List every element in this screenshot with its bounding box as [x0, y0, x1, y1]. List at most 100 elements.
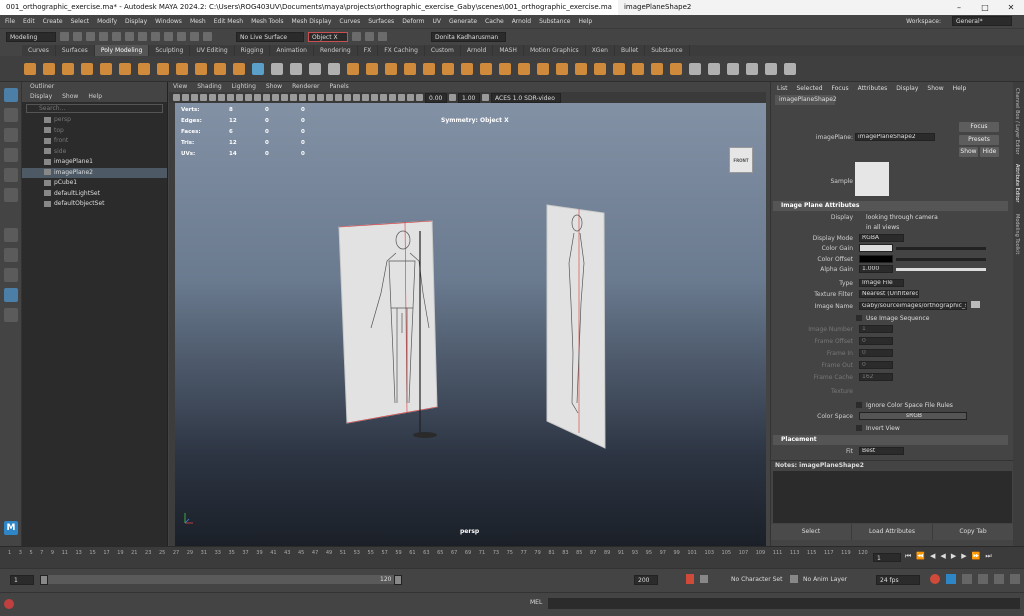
shelf-tab-curves[interactable]: Curves	[22, 45, 56, 56]
alpha-gain-slider[interactable]	[896, 268, 986, 271]
frame-offset-field[interactable]: 0	[859, 337, 893, 345]
outliner-item-pcube1[interactable]: pCube1	[22, 178, 167, 189]
menu-file[interactable]: File	[5, 18, 15, 25]
poly-torus-icon[interactable]	[100, 62, 112, 75]
attr-menu-help[interactable]: Help	[953, 82, 967, 95]
display-radio-camera[interactable]: looking through camera	[866, 214, 938, 221]
ao-icon[interactable]	[335, 94, 342, 101]
outliner-item-defaultobjectset[interactable]: defaultObjectSet	[22, 199, 167, 210]
edit-pencil-icon[interactable]	[765, 62, 777, 75]
loop-icon[interactable]	[930, 574, 940, 584]
current-frame-field[interactable]: 1	[873, 553, 901, 562]
menu-edit-mesh[interactable]: Edit Mesh	[214, 18, 243, 25]
exposure-field[interactable]: 0.00	[425, 92, 447, 103]
poly-type-icon[interactable]	[214, 62, 226, 75]
poly-plane-icon[interactable]	[119, 62, 131, 75]
auto-key-icon[interactable]	[686, 574, 694, 584]
image-plane-front[interactable]	[338, 220, 438, 424]
attr-menu-attributes[interactable]: Attributes	[858, 82, 888, 95]
outliner-item-top[interactable]: top	[22, 126, 167, 137]
viewport-menu-shading[interactable]: Shading	[197, 82, 221, 92]
multi-cut-icon[interactable]	[518, 62, 530, 75]
color-gain-swatch[interactable]	[859, 244, 893, 252]
attr-menu-selected[interactable]: Selected	[797, 82, 823, 95]
attr-menu-show[interactable]: Show	[927, 82, 943, 95]
show-button[interactable]: Show	[959, 147, 978, 157]
safe-title-icon[interactable]	[263, 94, 270, 101]
maximize-icon[interactable]: □	[972, 0, 998, 15]
sweep-mesh-icon[interactable]	[195, 62, 207, 75]
shelf-tab-arnold[interactable]: Arnold	[461, 45, 494, 56]
fill-hole-icon[interactable]	[442, 62, 454, 75]
render-icon[interactable]	[352, 32, 361, 41]
lasso-tool-icon[interactable]	[4, 108, 18, 122]
shelf-tab-bullet[interactable]: Bullet	[615, 45, 646, 56]
menu-create[interactable]: Create	[43, 18, 63, 25]
lights-icon[interactable]	[317, 94, 324, 101]
menu-set-dropdown[interactable]: Modeling	[6, 31, 56, 42]
single-view-icon[interactable]	[4, 228, 18, 242]
snap-point-icon[interactable]	[190, 32, 199, 41]
select-button[interactable]: Select	[771, 524, 852, 540]
invert-view-checkbox[interactable]	[856, 425, 862, 431]
outliner-item-imageplane1[interactable]: imagePlane1	[22, 157, 167, 168]
focus-button[interactable]: Focus	[959, 122, 999, 132]
copy-tab-button[interactable]: Copy Tab	[933, 524, 1014, 540]
separate-icon[interactable]	[290, 62, 302, 75]
color-mgmt-icon[interactable]	[482, 94, 489, 101]
live-surface-field[interactable]: No Live Surface	[236, 31, 304, 42]
window-tab-attr[interactable]: imagePlaneShape2	[618, 0, 697, 15]
poly-cone-icon[interactable]	[81, 62, 93, 75]
super-shape-icon[interactable]	[176, 62, 188, 75]
step-forward-key-icon[interactable]: ⏩	[972, 552, 981, 561]
time-slider[interactable]: 1 3 5 7 9 11 13 15 17 19 21 23 25 27 29 31 33 35 37 39 41 43 4…	[0, 546, 1024, 568]
menu-uv[interactable]: UV	[433, 18, 442, 25]
dof-icon[interactable]	[362, 94, 369, 101]
folder-icon[interactable]	[971, 301, 980, 308]
reduce-icon[interactable]	[708, 62, 720, 75]
frame-in-field[interactable]: 0	[859, 349, 893, 357]
go-to-end-icon[interactable]: ⏭	[985, 552, 991, 561]
color-offset-slider[interactable]	[896, 258, 986, 261]
combine-icon[interactable]	[271, 62, 283, 75]
image-plane-side[interactable]	[546, 204, 606, 449]
shelf-tab-surfaces[interactable]: Surfaces	[56, 45, 95, 56]
section-placement[interactable]: Placement	[773, 435, 1008, 445]
frame-cache-field[interactable]: 162	[859, 373, 893, 381]
bridge-icon[interactable]	[385, 62, 397, 75]
load-attributes-button[interactable]: Load Attributes	[852, 524, 933, 540]
motion-blur-icon[interactable]	[344, 94, 351, 101]
shadows-icon[interactable]	[326, 94, 333, 101]
grid-icon[interactable]	[209, 94, 216, 101]
preferences-icon[interactable]	[1010, 574, 1020, 584]
outliner-menu-show[interactable]: Show	[62, 92, 78, 102]
user-account[interactable]: Donita Kadharusman	[431, 31, 506, 42]
xray-joints-icon[interactable]	[380, 94, 387, 101]
menu-windows[interactable]: Windows	[155, 18, 182, 25]
new-scene-icon[interactable]	[60, 32, 69, 41]
shelf-tab-poly-modeling[interactable]: Poly Modeling	[94, 45, 150, 56]
outliner-item-side[interactable]: side	[22, 147, 167, 158]
textured-icon[interactable]	[308, 94, 315, 101]
extrude-icon[interactable]	[366, 62, 378, 75]
window-tab-main[interactable]: 001_orthographic_exercise.ma* - Autodesk…	[0, 0, 618, 15]
menu-mesh[interactable]: Mesh	[190, 18, 206, 25]
shelf-tab-rigging[interactable]: Rigging	[235, 45, 271, 56]
poly-cube-icon[interactable]	[43, 62, 55, 75]
merge-icon[interactable]	[461, 62, 473, 75]
open-scene-icon[interactable]	[73, 32, 82, 41]
select-component-icon[interactable]	[151, 32, 160, 41]
menu-substance[interactable]: Substance	[539, 18, 570, 25]
menu-mesh-tools[interactable]: Mesh Tools	[251, 18, 283, 25]
play-forward-icon[interactable]: ▶	[951, 552, 956, 561]
menu-cache[interactable]: Cache	[485, 18, 504, 25]
layout-icon[interactable]	[4, 288, 18, 302]
start-frame-field[interactable]: 1	[10, 575, 34, 585]
smooth-shade-icon[interactable]	[281, 94, 288, 101]
image-plane-toggle-icon[interactable]	[200, 94, 207, 101]
menu-edit[interactable]: Edit	[23, 18, 35, 25]
shelf-tab-fx[interactable]: FX	[358, 45, 379, 56]
snap-plane-icon[interactable]	[203, 32, 212, 41]
outliner-item-defaultlightset[interactable]: defaultLightSet	[22, 189, 167, 200]
use-sequence-checkbox[interactable]	[856, 315, 862, 321]
